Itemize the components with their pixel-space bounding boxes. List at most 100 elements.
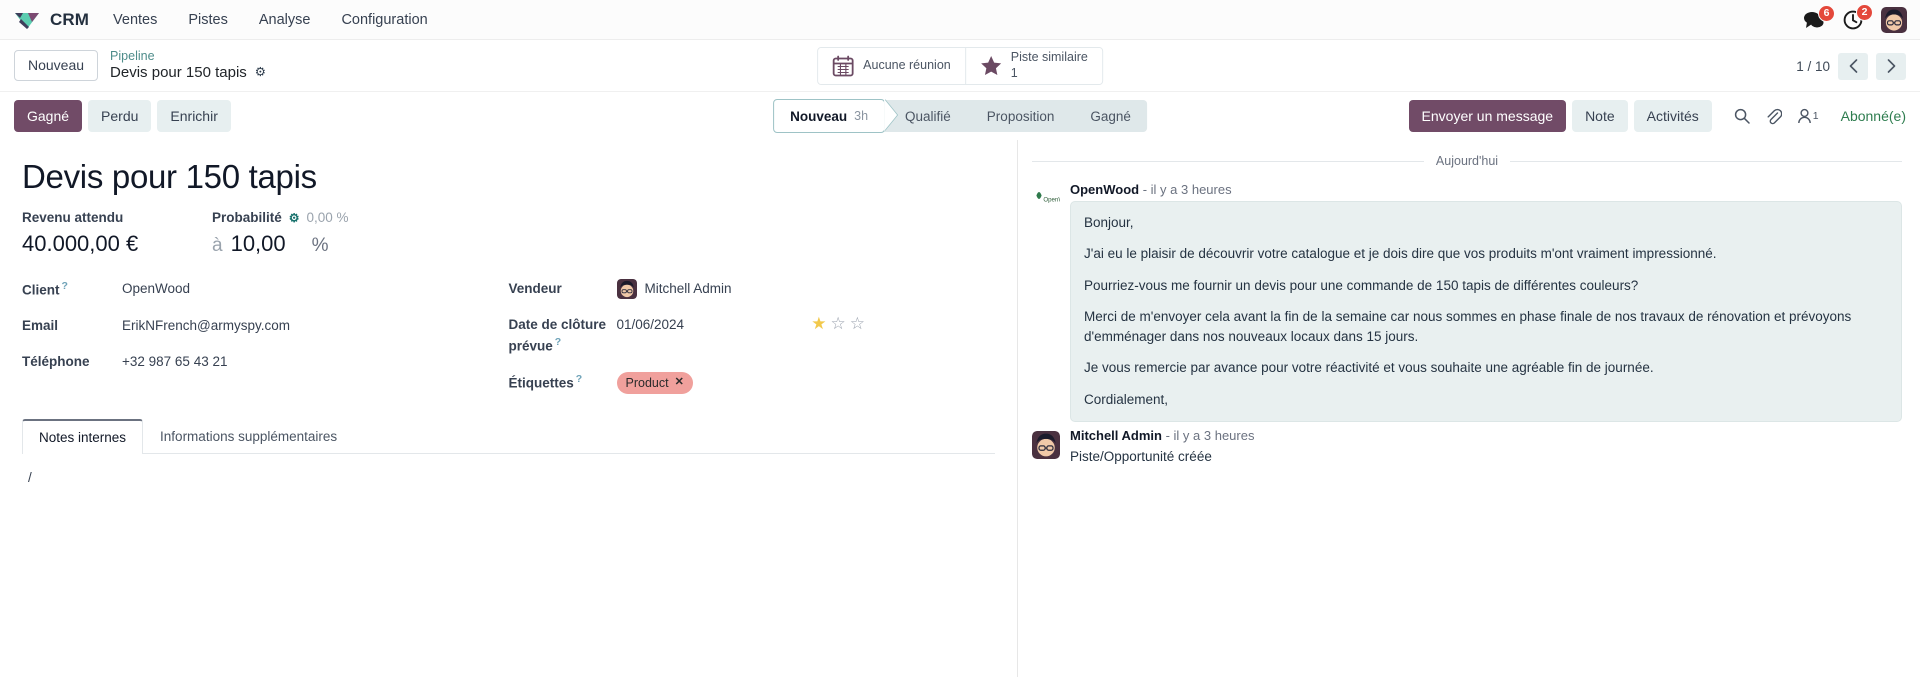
record-body: Devis pour 150 tapis Revenu attendu 40.0… (0, 140, 1920, 677)
stage-qualifie[interactable]: Qualifié (885, 100, 967, 132)
customer-label-text: Client (22, 282, 60, 298)
messages-button[interactable]: 6 (1803, 5, 1835, 29)
nav-link-pistes[interactable]: Pistes (186, 9, 230, 31)
log-note-button[interactable]: Note (1572, 99, 1628, 133)
day-separator-label: Aujourd'hui (1435, 154, 1499, 168)
msg-paragraph: Merci de m'envoyer cela avant la fin de … (1084, 308, 1852, 344)
breadcrumb-current-label: Devis pour 150 tapis (110, 63, 247, 81)
nav-link-analyse[interactable]: Analyse (257, 9, 313, 31)
crm-logo-icon (15, 12, 39, 29)
new-record-button[interactable]: Nouveau (14, 49, 99, 82)
probability-computed: 0,00 % (306, 210, 349, 225)
enrich-button[interactable]: Enrichir (157, 99, 231, 133)
probability-value[interactable]: 10,00 (231, 231, 286, 257)
chatter-message-mitchell-time: - il y a 3 heures (1165, 427, 1255, 443)
email-value[interactable]: ErikNFrench@armyspy.com (122, 316, 509, 336)
stage-nouveau-label: Nouveau (790, 108, 848, 124)
tag-product-label: Product (625, 375, 669, 390)
nav-link-configuration[interactable]: Configuration (339, 9, 429, 31)
chevron-left-icon (1849, 59, 1857, 73)
close-date-value[interactable]: 01/06/2024 (617, 315, 812, 335)
tag-product[interactable]: Product ✕ (616, 371, 693, 394)
priority-star-3[interactable]: ☆ (850, 315, 865, 332)
send-message-button[interactable]: Envoyer un message (1408, 99, 1567, 133)
probability-gear-icon[interactable]: ⚙ (289, 211, 300, 225)
salesperson-value: Mitchell Admin (644, 281, 732, 297)
priority-stars: ★ ☆ ☆ (811, 315, 995, 332)
stage-gagne[interactable]: Gagné (1070, 100, 1147, 132)
salesperson-value-wrap[interactable]: Mitchell Admin (616, 279, 996, 299)
pager-next-button[interactable] (1876, 52, 1906, 80)
search-messages-button[interactable] (1734, 108, 1750, 124)
messages-badge: 6 (1818, 5, 1835, 22)
breadcrumb-current: Devis pour 150 tapis ⚙ (110, 64, 266, 82)
control-panel: Nouveau Pipeline Devis pour 150 tapis ⚙ … (0, 40, 1920, 92)
msg-paragraph: Bonjour, (1084, 215, 1134, 230)
mark-lost-button[interactable]: Perdu (88, 99, 152, 133)
stage-qualifie-label: Qualifié (905, 108, 951, 124)
mitchell-admin-avatar[interactable] (1032, 430, 1060, 459)
nav-links: Ventes Pistes Analyse Configuration (111, 9, 430, 31)
customer-value[interactable]: OpenWood (122, 279, 509, 299)
priority-star-1[interactable]: ★ (811, 315, 826, 332)
action-bar: Gagné Perdu Enrichir Nouveau 3h Qualifié… (0, 92, 1920, 140)
brand[interactable]: CRM (14, 10, 89, 30)
msg-paragraph: Je vous remercie par avance pour votre r… (1084, 360, 1654, 376)
chatter-message-openwood-author[interactable]: OpenWood (1070, 182, 1139, 197)
tag-remove-icon[interactable]: ✕ (675, 375, 684, 391)
fields-col-left: Client? OpenWood Email ErikNFrench@armys… (22, 279, 509, 410)
probability-label: Probabilité (212, 210, 282, 225)
breadcrumb-parent-pipeline[interactable]: Pipeline (110, 49, 266, 64)
tags-help-icon[interactable]: ? (576, 373, 582, 385)
meetings-stat-label: Aucune réunion (863, 57, 951, 72)
record-settings-gear-icon[interactable]: ⚙ (255, 65, 266, 80)
search-icon (1734, 108, 1750, 124)
record-action-buttons: Gagné Perdu Enrichir (14, 99, 231, 133)
paperclip-icon (1767, 108, 1782, 124)
attachments-button[interactable] (1765, 108, 1782, 125)
person-icon (1797, 108, 1811, 124)
phone-label: Téléphone (22, 353, 90, 369)
msg-paragraph: Pourriez-vous me fournir un devis pour u… (1084, 277, 1639, 293)
notes-internes-content[interactable]: / (22, 454, 995, 524)
stage-proposition[interactable]: Proposition (967, 100, 1071, 132)
brand-name: CRM (50, 9, 90, 29)
tab-notes-internes[interactable]: Notes internes (22, 418, 144, 454)
tags-value[interactable]: Product ✕ (616, 371, 996, 394)
stage-proposition-label: Proposition (986, 108, 1055, 124)
expected-revenue-field: Revenu attendu 40.000,00 € (22, 210, 212, 257)
stage-nouveau-duration: 3h (854, 109, 869, 123)
openwood-avatar[interactable]: OpenWood (1032, 185, 1060, 213)
pipeline-statusbar: Nouveau 3h Qualifié Proposition Gagné (773, 99, 1147, 133)
meetings-stat-button[interactable]: Aucune réunion (818, 47, 965, 84)
stage-nouveau[interactable]: Nouveau 3h (773, 99, 886, 133)
chatter-message-mitchell: Mitchell Admin - il y a 3 heures Piste/O… (1032, 428, 1902, 467)
customer-help-icon[interactable]: ? (62, 280, 68, 292)
close-date-help-icon[interactable]: ? (555, 336, 561, 348)
tab-informations-supplementaires[interactable]: Informations supplémentaires (143, 419, 354, 454)
expected-revenue-value[interactable]: 40.000,00 € (22, 231, 212, 257)
user-avatar[interactable] (1881, 7, 1907, 33)
chatter-message-openwood-bubble: Bonjour, J'ai eu le plaisir de découvrir… (1070, 201, 1902, 422)
phone-value[interactable]: +32 987 65 43 21 (122, 352, 509, 372)
chatter-pane: Aujourd'hui OpenWood OpenWood - il y a 3… (1018, 140, 1920, 677)
chatter-message-openwood: OpenWood OpenWood - il y a 3 heures Bonj… (1032, 182, 1902, 422)
activities-button[interactable]: 2 (1843, 4, 1873, 30)
pager-previous-button[interactable] (1838, 52, 1868, 80)
similar-leads-stat-button[interactable]: Piste similaire 1 (964, 47, 1102, 84)
page-title[interactable]: Devis pour 150 tapis (22, 158, 995, 196)
chatter-message-mitchell-author[interactable]: Mitchell Admin (1070, 428, 1162, 443)
pager-count: 1 / 10 (1796, 58, 1830, 74)
pager: 1 / 10 (1796, 40, 1906, 92)
followers-button[interactable]: 1 (1797, 108, 1819, 124)
activities-button-chatter[interactable]: Activités (1633, 99, 1712, 133)
follow-toggle[interactable]: Abonné(e) (1841, 108, 1906, 124)
mark-won-button[interactable]: Gagné (14, 99, 83, 133)
msg-paragraph: J'ai eu le plaisir de découvrir votre ca… (1084, 246, 1717, 262)
priority-star-2[interactable]: ☆ (831, 315, 846, 332)
breadcrumb: Pipeline Devis pour 150 tapis ⚙ (110, 49, 266, 83)
salesperson-label: Vendeur (508, 281, 562, 296)
chatter-message-openwood-body: OpenWood - il y a 3 heures Bonjour, J'ai… (1070, 182, 1902, 422)
meetings-stat-text: Aucune réunion (863, 58, 951, 73)
nav-link-ventes[interactable]: Ventes (111, 9, 159, 31)
